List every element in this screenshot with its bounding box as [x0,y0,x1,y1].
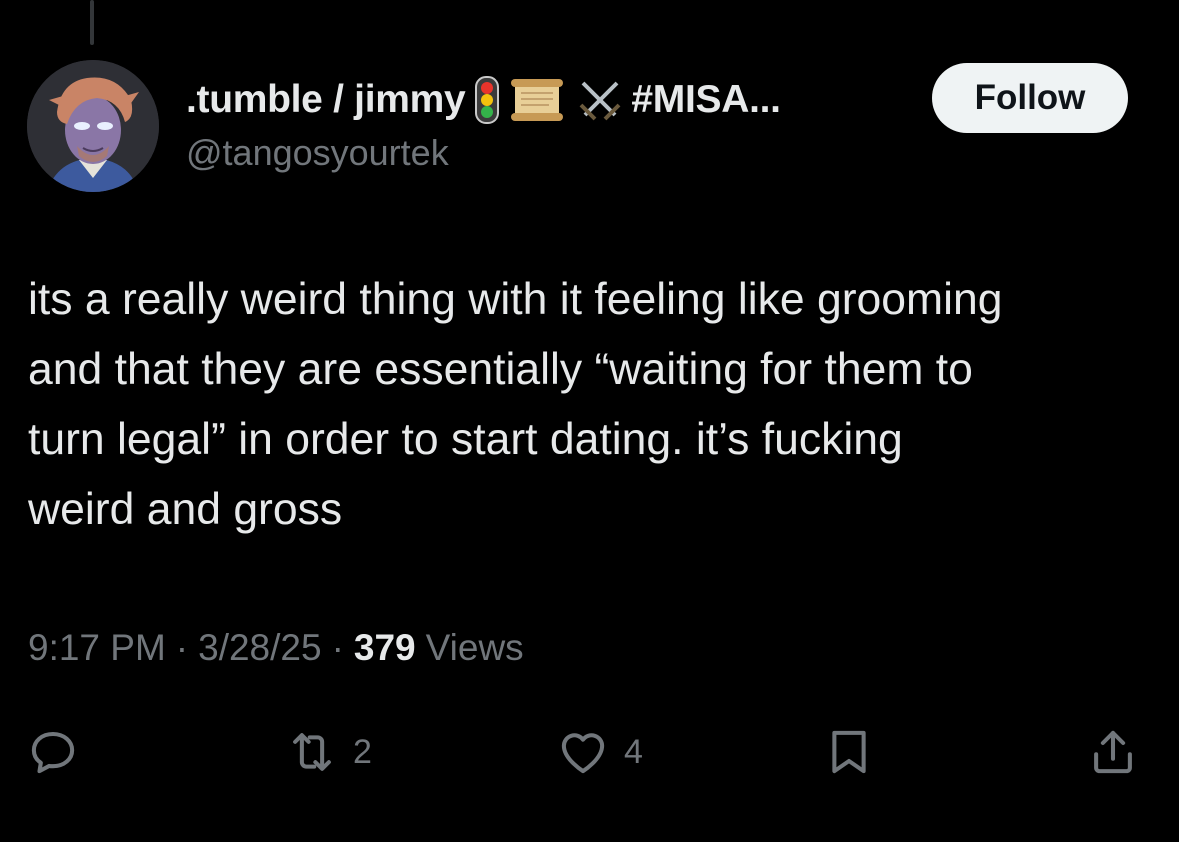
crossed-swords-icon [575,75,625,125]
tweet-metadata: 9:17 PM · 3/28/25 · 379 Views [28,622,524,674]
tweet-time[interactable]: 9:17 PM [28,627,166,669]
meta-separator: · [175,627,189,668]
author-display-name[interactable]: .tumble / jimmy [186,78,466,122]
retweet-count: 2 [353,732,372,771]
like-button[interactable]: 4 [556,720,643,784]
author-handle[interactable]: @tangosyourtek [186,132,449,174]
author-name-row[interactable]: .tumble / jimmy #MISA... [186,72,781,128]
scroll-icon [509,75,565,125]
tweet-action-bar: 2 4 [0,720,1179,784]
share-icon [1094,730,1132,774]
thread-connector-line [90,0,94,45]
avatar-image [27,60,159,192]
retweet-icon [293,733,331,771]
author-name-suffix: #MISA... [631,78,781,121]
reply-button[interactable] [26,720,80,784]
reply-icon [31,731,75,774]
bookmark-icon [832,730,866,774]
traffic-light-icon [475,75,500,125]
meta-separator: · [331,627,344,668]
tweet-text: its a really weird thing with it feeling… [28,275,1003,534]
bookmark-button[interactable] [822,720,876,784]
views-count: 379 [353,627,416,668]
like-count: 4 [624,732,643,771]
share-button[interactable] [1086,720,1140,784]
tweet-date[interactable]: 3/28/25 [198,627,321,669]
heart-icon [561,733,605,774]
views-label: Views [425,627,524,668]
follow-button[interactable]: Follow [932,63,1128,133]
retweet-button[interactable]: 2 [285,720,372,784]
avatar[interactable] [27,60,159,192]
